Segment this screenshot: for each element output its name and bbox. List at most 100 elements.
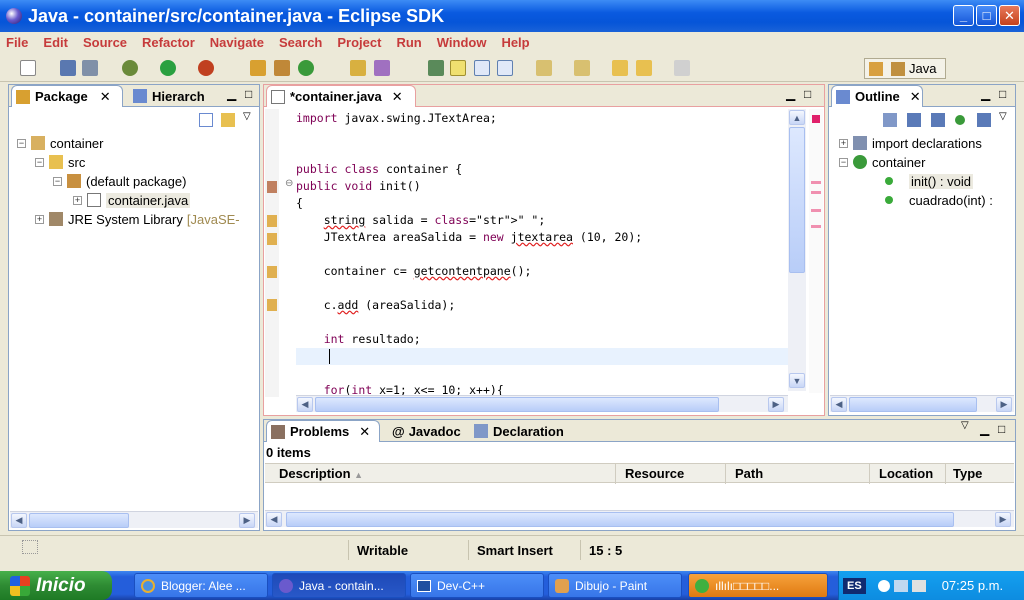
- view-menu-icon[interactable]: ▽: [999, 111, 1007, 122]
- back-icon[interactable]: [636, 60, 652, 76]
- error-overview-icon[interactable]: [812, 115, 820, 123]
- scroll-left-icon[interactable]: ◀: [831, 397, 847, 412]
- last-edit-icon[interactable]: [612, 60, 628, 76]
- menu-navigate[interactable]: Navigate: [210, 35, 264, 50]
- perspective-label[interactable]: Java: [909, 61, 936, 76]
- hide-fields-icon[interactable]: [907, 113, 921, 127]
- view-menu-icon[interactable]: ▽: [961, 420, 969, 431]
- fold-icon[interactable]: ⊖: [285, 178, 293, 189]
- column-type[interactable]: Type: [953, 466, 982, 481]
- collapse-icon[interactable]: −: [53, 176, 62, 186]
- menu-source[interactable]: Source: [83, 35, 127, 50]
- scroll-right-icon[interactable]: ▶: [768, 397, 784, 412]
- scroll-up-icon[interactable]: ▲: [789, 110, 805, 125]
- show-whitespace-icon[interactable]: [497, 60, 513, 76]
- task-messenger[interactable]: ıllılı□□□□□...: [688, 573, 828, 598]
- tab-problems[interactable]: Problems ✕: [266, 420, 380, 442]
- scroll-right-icon[interactable]: ▶: [239, 513, 255, 528]
- expand-icon[interactable]: +: [839, 138, 848, 148]
- task-devcpp[interactable]: Dev-C++: [410, 573, 544, 598]
- tree-item-container-java[interactable]: + container.java: [73, 191, 191, 209]
- warning-marker-icon[interactable]: [267, 233, 277, 245]
- tree-item-jre[interactable]: + JRE System Library [JavaSE-: [35, 210, 240, 228]
- forward-icon[interactable]: [674, 60, 690, 76]
- tab-outline[interactable]: Outline ✕: [831, 85, 923, 107]
- collapse-icon[interactable]: −: [35, 157, 44, 167]
- hide-nonpublic-icon[interactable]: [955, 115, 965, 125]
- menu-run[interactable]: Run: [396, 35, 421, 50]
- new-java-project-icon[interactable]: [250, 60, 266, 76]
- scroll-thumb[interactable]: [849, 397, 977, 412]
- network-icon[interactable]: [893, 579, 908, 592]
- horizontal-scrollbar[interactable]: ◀ ▶: [830, 395, 1014, 412]
- task-eclipse[interactable]: Java - contain...: [272, 573, 406, 598]
- link-editor-icon[interactable]: [221, 113, 235, 127]
- search-icon[interactable]: [374, 60, 390, 76]
- run-icon[interactable]: [160, 60, 176, 76]
- hide-static-icon[interactable]: [931, 113, 945, 127]
- outline-item-imports[interactable]: + import declarations: [839, 134, 982, 152]
- outline-item-class[interactable]: − container: [839, 153, 925, 171]
- vertical-scrollbar[interactable]: ▲ ▼: [788, 109, 806, 391]
- task-blogger[interactable]: Blogger: Alee ...: [134, 573, 268, 598]
- tab-package-explorer[interactable]: Package ✕: [11, 85, 123, 107]
- maximize-view-icon[interactable]: □: [804, 87, 811, 101]
- column-location[interactable]: Location: [879, 466, 933, 481]
- menu-project[interactable]: Project: [337, 35, 381, 50]
- minimize-button[interactable]: _: [953, 5, 974, 26]
- tab-javadoc[interactable]: @ Javadoc: [388, 420, 470, 442]
- scroll-thumb[interactable]: [315, 397, 719, 412]
- minimize-view-icon[interactable]: ▁: [980, 422, 989, 436]
- horizontal-scrollbar[interactable]: ◀ ▶: [10, 511, 258, 528]
- warning-marker-icon[interactable]: [267, 266, 277, 278]
- tab-hierarchy[interactable]: Hierarch: [129, 85, 225, 107]
- maximize-view-icon[interactable]: □: [245, 87, 252, 101]
- hide-local-types-icon[interactable]: [977, 113, 991, 127]
- collapse-all-icon[interactable]: [199, 113, 213, 127]
- minimize-view-icon[interactable]: ▁: [981, 87, 990, 101]
- expand-icon[interactable]: +: [73, 195, 82, 205]
- error-marker-icon[interactable]: [267, 181, 277, 193]
- scroll-right-icon[interactable]: ▶: [995, 512, 1011, 527]
- block-selection-icon[interactable]: [474, 60, 490, 76]
- sort-icon[interactable]: [883, 113, 897, 127]
- horizontal-scrollbar[interactable]: ◀ ▶: [296, 395, 788, 412]
- warning-marker-icon[interactable]: [267, 215, 277, 227]
- scroll-thumb[interactable]: [789, 127, 805, 273]
- tab-declaration[interactable]: Declaration: [470, 420, 570, 442]
- maximize-view-icon[interactable]: □: [998, 422, 1005, 436]
- close-icon[interactable]: ✕: [392, 89, 403, 105]
- maximize-view-icon[interactable]: □: [999, 87, 1006, 101]
- start-button[interactable]: Inicio: [0, 571, 112, 600]
- language-indicator[interactable]: ES: [843, 577, 866, 594]
- close-icon[interactable]: ✕: [910, 89, 921, 105]
- menu-refactor[interactable]: Refactor: [142, 35, 195, 50]
- scroll-thumb[interactable]: [286, 512, 954, 527]
- save-icon[interactable]: [60, 60, 76, 76]
- menu-edit[interactable]: Edit: [43, 35, 68, 50]
- close-icon[interactable]: ✕: [100, 89, 111, 105]
- column-resource[interactable]: Resource: [625, 466, 684, 481]
- menu-search[interactable]: Search: [279, 35, 322, 50]
- open-perspective-icon[interactable]: [869, 61, 883, 76]
- menu-file[interactable]: File: [6, 35, 28, 50]
- scroll-left-icon[interactable]: ◀: [266, 512, 282, 527]
- close-icon[interactable]: ✕: [359, 424, 370, 440]
- highlight-icon[interactable]: [450, 60, 466, 76]
- outline-item-init[interactable]: init() : void: [885, 172, 973, 190]
- scroll-down-icon[interactable]: ▼: [789, 373, 805, 388]
- debug-icon[interactable]: [122, 60, 138, 76]
- perspective-switcher[interactable]: Java: [864, 58, 946, 79]
- close-button[interactable]: ✕: [999, 5, 1020, 26]
- code-area[interactable]: import javax.swing.JTextArea; public clas…: [296, 111, 786, 395]
- menu-help[interactable]: Help: [501, 35, 529, 50]
- prev-annotation-icon[interactable]: [574, 60, 590, 76]
- open-type-icon[interactable]: [350, 60, 366, 76]
- back-icon[interactable]: [877, 579, 890, 592]
- tree-item-default-package[interactable]: − (default package): [53, 172, 186, 190]
- scroll-left-icon[interactable]: ◀: [11, 513, 27, 528]
- column-path[interactable]: Path: [735, 466, 763, 481]
- collapse-icon[interactable]: −: [17, 138, 26, 148]
- new-class-icon[interactable]: [298, 60, 314, 76]
- tab-editor-container-java[interactable]: *container.java ✕: [266, 85, 416, 107]
